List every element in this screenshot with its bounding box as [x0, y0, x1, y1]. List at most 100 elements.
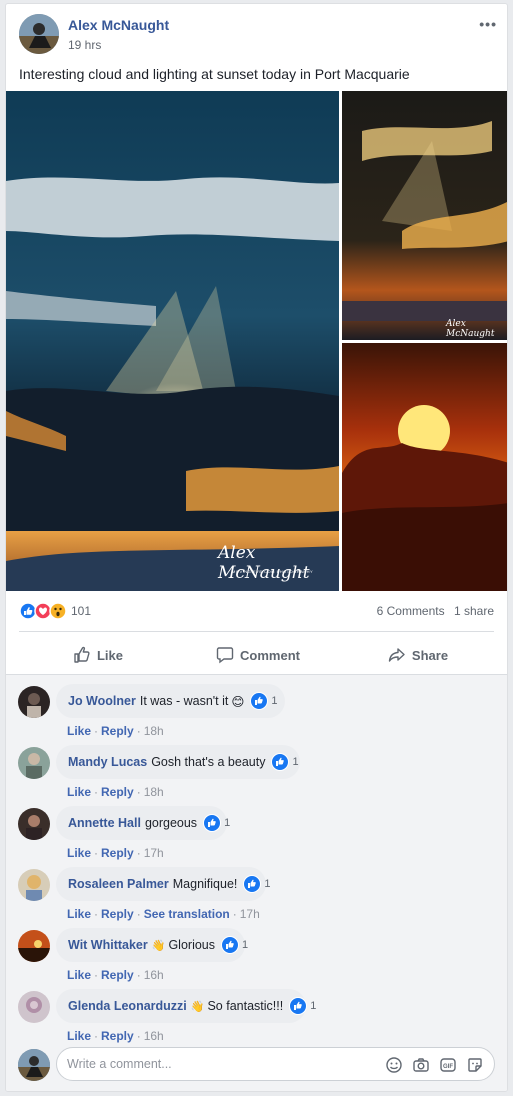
comment-time[interactable]: 18h [144, 724, 164, 738]
comment-meta: Like · Reply · 18h [67, 785, 164, 799]
svg-text:GIF: GIF [443, 1064, 453, 1070]
comment-reply-link[interactable]: Reply [101, 785, 134, 799]
photo-top-right[interactable]: Alex McNaught [342, 91, 507, 340]
commenter-name[interactable]: Rosaleen Palmer [68, 877, 169, 891]
commenter-name[interactable]: Annette Hall [68, 816, 141, 830]
comment-meta: Like · Reply · 18h [67, 724, 164, 738]
like-button[interactable]: Like [19, 633, 177, 677]
post-header: Alex McNaught 19 hrs ••• [19, 14, 497, 56]
comment-item: Glenda Leonarduzzi 👋 So fantastic!!! 1 L… [18, 989, 495, 1047]
comment-bubble: Mandy Lucas Gosh that's a beauty 1 [56, 745, 300, 779]
comment-text: Glorious [168, 938, 215, 952]
comment-like-link[interactable]: Like [67, 785, 91, 799]
commenter-name[interactable]: Jo Woolner [68, 694, 136, 708]
love-icon [34, 602, 52, 620]
comment-reply-link[interactable]: Reply [101, 724, 134, 738]
like-count: 1 [310, 1000, 317, 1012]
more-options-button[interactable]: ••• [479, 16, 497, 32]
post-card: Alex McNaught 19 hrs ••• Interesting clo… [5, 3, 508, 1092]
comment-text: Magnifique! [172, 877, 238, 891]
comment-reply-link[interactable]: Reply [101, 968, 134, 982]
comment-icon [216, 647, 234, 664]
comment-button[interactable]: Comment [179, 633, 337, 677]
comment-time[interactable]: 16h [144, 968, 164, 982]
photo-bottom-right[interactable] [342, 343, 507, 591]
like-count: 1 [242, 939, 249, 951]
hand-emoji-icon: 👋 [190, 1000, 205, 1013]
comment-item: Mandy Lucas Gosh that's a beauty 1 Like ·… [18, 745, 495, 803]
comment-text: It was - wasn't it [139, 694, 229, 708]
wow-icon [49, 602, 67, 620]
comment-like-link[interactable]: Like [67, 846, 91, 860]
comment-bubble: Annette Hall gorgeous 1 [56, 806, 230, 840]
share-label: Share [411, 647, 449, 663]
reaction-count[interactable]: 101 [71, 604, 91, 618]
commenter-avatar[interactable] [18, 991, 50, 1023]
author-name[interactable]: Alex McNaught [68, 17, 169, 33]
comment-item: Rosaleen Palmer Magnifique! 1 Like · Reply… [18, 867, 495, 925]
like-icon [250, 692, 269, 710]
commenter-name[interactable]: Wit Whittaker [68, 938, 148, 952]
comment-like-count[interactable]: 1 [250, 692, 278, 710]
camera-icon[interactable] [412, 1056, 430, 1074]
like-count: 1 [264, 878, 271, 890]
reaction-icons[interactable] [19, 602, 69, 620]
comment-input[interactable]: Write a comment... GIF [56, 1047, 495, 1081]
comment-reply-link[interactable]: Reply [101, 907, 134, 921]
comment-like-count[interactable]: 1 [289, 997, 316, 1015]
share-button[interactable]: Share [339, 633, 497, 677]
comment-like-count[interactable]: 1 [203, 814, 230, 832]
gif-icon[interactable]: GIF [439, 1056, 457, 1074]
like-icon [203, 814, 222, 832]
comment-item: Jo Woolner It was - wasn't it 😊 1 Like · R… [18, 684, 495, 742]
comment-bubble: Rosaleen Palmer Magnifique! 1 [56, 867, 271, 901]
shares-count[interactable]: 1 share [454, 604, 494, 618]
see-translation-link[interactable]: See translation [144, 907, 230, 921]
commenter-avatar[interactable] [18, 869, 50, 901]
comment-time[interactable]: 17h [144, 846, 164, 860]
comment-like-link[interactable]: Like [67, 907, 91, 921]
comment-bubble: Wit Whittaker 👋 Glorious 1 [56, 928, 248, 962]
comment-reply-link[interactable]: Reply [101, 846, 134, 860]
like-label: Like [96, 647, 123, 663]
comment-like-count[interactable]: 1 [243, 875, 271, 893]
sticker-icon[interactable] [466, 1056, 484, 1074]
comment-like-count[interactable]: 1 [271, 753, 299, 771]
comment-like-link[interactable]: Like [67, 968, 91, 982]
comment-like-link[interactable]: Like [67, 724, 91, 738]
comment-like-link[interactable]: Like [67, 1029, 91, 1043]
comment-meta: Like · Reply · See translation · 17h [67, 907, 260, 921]
photo-watermark: Alex McNaught [446, 319, 495, 339]
commenter-name[interactable]: Glenda Leonarduzzi [68, 999, 187, 1013]
comments-count[interactable]: 6 Comments [377, 604, 445, 618]
commenter-avatar[interactable] [18, 930, 50, 962]
comment-time[interactable]: 16h [144, 1029, 164, 1043]
comment-time[interactable]: 18h [144, 785, 164, 799]
post-text: Interesting cloud and lighting at sunset… [19, 66, 410, 82]
commenter-avatar[interactable] [18, 808, 50, 840]
composer-icons: GIF [385, 1056, 484, 1074]
commenter-name[interactable]: Mandy Lucas [68, 755, 147, 769]
comment-composer: Write a comment... GIF [18, 1047, 495, 1083]
post-timestamp[interactable]: 19 hrs [68, 38, 101, 52]
commenter-avatar[interactable] [18, 747, 50, 779]
comment-input-placeholder: Write a comment... [67, 1057, 172, 1071]
comment-like-count[interactable]: 1 [221, 936, 248, 954]
comment-meta: Like · Reply · 16h [67, 1029, 164, 1043]
comment-bubble: Jo Woolner It was - wasn't it 😊 1 [56, 684, 285, 718]
thumbs-up-icon [74, 646, 90, 663]
comment-text: So fantastic!!! [207, 999, 284, 1013]
comment-text: gorgeous [144, 816, 198, 830]
like-count: 1 [292, 756, 299, 768]
author-avatar[interactable] [19, 14, 59, 54]
comment-time[interactable]: 17h [240, 907, 260, 921]
emoji-icon[interactable] [385, 1056, 403, 1074]
commenter-avatar[interactable] [18, 686, 50, 718]
comment-reply-link[interactable]: Reply [101, 1029, 134, 1043]
comment-label: Comment [240, 647, 300, 663]
comment-item: Annette Hall gorgeous 1 Like · Reply · 17h [18, 806, 495, 864]
comment-bubble: Glenda Leonarduzzi 👋 So fantastic!!! 1 [56, 989, 316, 1023]
current-user-avatar[interactable] [18, 1049, 50, 1081]
photo-main[interactable]: Alex McNaught MOVING-EYE.COM PHOTOGRAPHY [6, 91, 339, 591]
like-icon [221, 936, 239, 954]
